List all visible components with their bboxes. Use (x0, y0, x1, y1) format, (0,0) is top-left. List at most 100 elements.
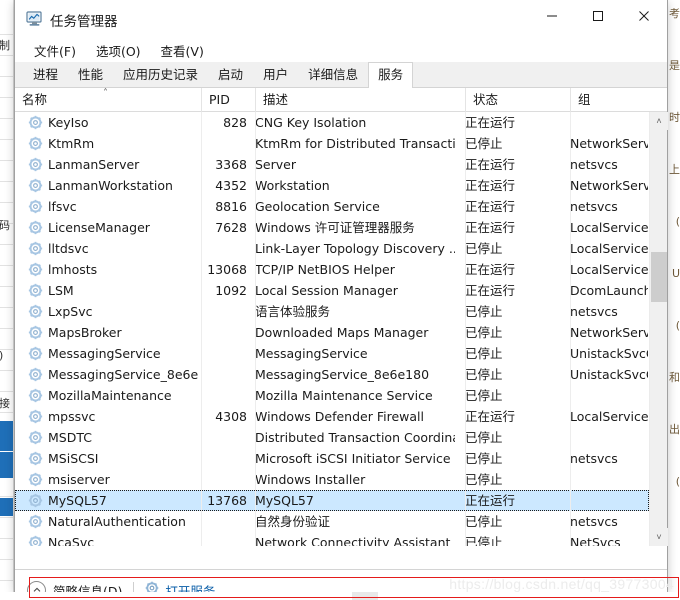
column-header-pid[interactable]: PID (201, 88, 255, 112)
cell-group: UnistackSvcG... (570, 346, 648, 361)
cell-group: LocalService... (570, 262, 648, 277)
cell-status: 已停止 (465, 451, 503, 466)
cell-pid: 1092 (215, 283, 247, 298)
column-header-label: 组 (578, 92, 591, 107)
cell-pid (201, 133, 247, 154)
tab-2[interactable]: 应用历史记录 (113, 62, 209, 87)
table-row[interactable]: LanmanServer 3368 Server 正在运行 netsvcs (15, 154, 649, 175)
table-row[interactable]: MSDTC Distributed Transaction Coordina...… (15, 427, 649, 448)
table-row[interactable]: MSiSCSI Microsoft iSCSI Initiator Service… (15, 448, 649, 469)
column-header-group[interactable]: 组 (570, 88, 649, 112)
vertical-scrollbar[interactable]: ˄ ˅ (649, 112, 668, 546)
cell-name: MapsBroker (48, 325, 122, 340)
cell-status: 已停止 (465, 514, 503, 529)
table-row[interactable]: NaturalAuthentication 自然身份验证 已停止 netsvcs (15, 511, 649, 532)
background-row-line (0, 202, 13, 203)
tab-4[interactable]: 用户 (253, 62, 299, 87)
cell-name: LxpSvc (48, 304, 93, 319)
column-header-description[interactable]: 描述 (255, 88, 465, 112)
scroll-down-arrow-icon[interactable]: ˅ (650, 528, 668, 546)
horizontal-scroll-tick (352, 592, 378, 600)
service-gear-icon (28, 115, 43, 130)
cell-group: netsvcs (570, 451, 618, 466)
background-row-line (0, 370, 13, 371)
cell-description: 自然身份验证 (255, 514, 331, 529)
background-row-line (0, 538, 13, 539)
menu-item-0[interactable]: 文件(F) (25, 38, 85, 63)
service-gear-icon (28, 535, 43, 546)
tab-5[interactable]: 详细信息 (298, 62, 369, 87)
background-selected-block (0, 452, 13, 478)
service-gear-icon (28, 220, 43, 235)
table-row-selected[interactable]: MySQL57 13768 MySQL57 正在运行 (15, 490, 649, 511)
cell-pid (201, 322, 247, 343)
cell-group (570, 469, 648, 490)
table-row[interactable]: MapsBroker Downloaded Maps Manager 已停止 Netw… (15, 322, 649, 343)
service-gear-icon (28, 346, 43, 361)
background-row-line (0, 265, 13, 266)
table-row[interactable]: KtmRm KtmRm for Distributed Transacti... 已… (15, 133, 649, 154)
cell-group: UnistackSvcG... (570, 367, 648, 382)
cell-pid (201, 469, 247, 490)
cell-group: LocalService (570, 241, 648, 256)
table-row[interactable]: lmhosts 13068 TCP/IP NetBIOS Helper 正在运行 Loc… (15, 259, 649, 280)
cell-description: Windows 许可证管理器服务 (255, 220, 415, 235)
cell-status: 已停止 (465, 304, 503, 319)
table-row[interactable]: lfsvc 8816 Geolocation Service 正在运行 netsvcs (15, 196, 649, 217)
background-text-fragment: ) (0, 350, 3, 362)
background-row-line (0, 412, 13, 413)
table-row[interactable]: NcaSvc Network Connectivity Assistant 已停止 N… (15, 532, 649, 546)
cell-name: LicenseManager (48, 220, 150, 235)
cell-name: MSiSCSI (48, 451, 99, 466)
scrollbar-thumb[interactable] (651, 252, 667, 302)
cell-description: Distributed Transaction Coordina... (255, 430, 455, 445)
tab-1[interactable]: 性能 (68, 62, 114, 87)
table-row[interactable]: LxpSvc 语言体验服务 已停止 netsvcs (15, 301, 649, 322)
maximize-button[interactable] (575, 0, 621, 31)
sort-ascending-icon: ˄ (103, 88, 108, 99)
tab-6[interactable]: 服务 (368, 62, 414, 88)
cell-pid (201, 238, 247, 259)
table-row[interactable]: mpssvc 4308 Windows Defender Firewall 正在运行 L… (15, 406, 649, 427)
cell-pid (201, 364, 247, 385)
background-text-fragment: ( (675, 319, 680, 332)
table-row[interactable]: LSM 1092 Local Session Manager 正在运行 DcomLaun… (15, 280, 649, 301)
table-row[interactable]: KeyIso 828 CNG Key Isolation 正在运行 (15, 112, 649, 133)
column-header-status[interactable]: 状态 (465, 88, 570, 112)
menu-item-2[interactable]: 查看(V) (152, 38, 213, 63)
cell-name: KtmRm (48, 136, 95, 151)
background-text-fragment: 上 (669, 163, 680, 176)
background-text-fragment: 和 (669, 371, 680, 384)
background-window-left-edge: 制码接) (0, 0, 14, 600)
background-text-fragment: 出 (669, 423, 680, 436)
service-gear-icon (28, 262, 43, 277)
background-text-fragment: 是 (669, 59, 680, 72)
services-table-body[interactable]: KeyIso 828 CNG Key Isolation 正在运行 KtmRm KtmRm… (15, 112, 649, 546)
tab-0[interactable]: 进程 (23, 62, 69, 87)
service-gear-icon (28, 157, 43, 172)
cell-name: mpssvc (48, 409, 96, 424)
cell-description: TCP/IP NetBIOS Helper (255, 262, 395, 277)
cell-description: Local Session Manager (255, 283, 398, 298)
table-row[interactable]: lltdsvc Link-Layer Topology Discovery ...… (15, 238, 649, 259)
column-header-name[interactable]: 名称 ˄ (15, 88, 201, 112)
table-row[interactable]: LicenseManager 7628 Windows 许可证管理器服务 正在运行 Lo… (15, 217, 649, 238)
cell-description: 语言体验服务 (255, 304, 331, 319)
cell-pid: 3368 (215, 157, 247, 172)
cell-name: LanmanWorkstation (48, 178, 173, 193)
table-row[interactable]: msiserver Windows Installer 已停止 (15, 469, 649, 490)
scroll-up-arrow-icon[interactable]: ˄ (650, 112, 668, 130)
background-selected-block (0, 498, 13, 516)
service-gear-icon (28, 388, 43, 403)
table-row[interactable]: MessagingService MessagingService 已停止 Unist… (15, 343, 649, 364)
background-row-line (0, 55, 13, 56)
close-button[interactable] (621, 0, 667, 31)
cell-group: netsvcs (570, 514, 618, 529)
table-row[interactable]: LanmanWorkstation 4352 Workstation 正在运行 Netw… (15, 175, 649, 196)
minimize-button[interactable] (529, 0, 575, 31)
table-row[interactable]: MessagingService_8e6e1... MessagingServic… (15, 364, 649, 385)
tab-3[interactable]: 启动 (208, 62, 254, 87)
menu-item-1[interactable]: 选项(O) (87, 38, 150, 63)
table-row[interactable]: MozillaMaintenance Mozilla Maintenance Se… (15, 385, 649, 406)
cell-status: 已停止 (465, 346, 503, 361)
